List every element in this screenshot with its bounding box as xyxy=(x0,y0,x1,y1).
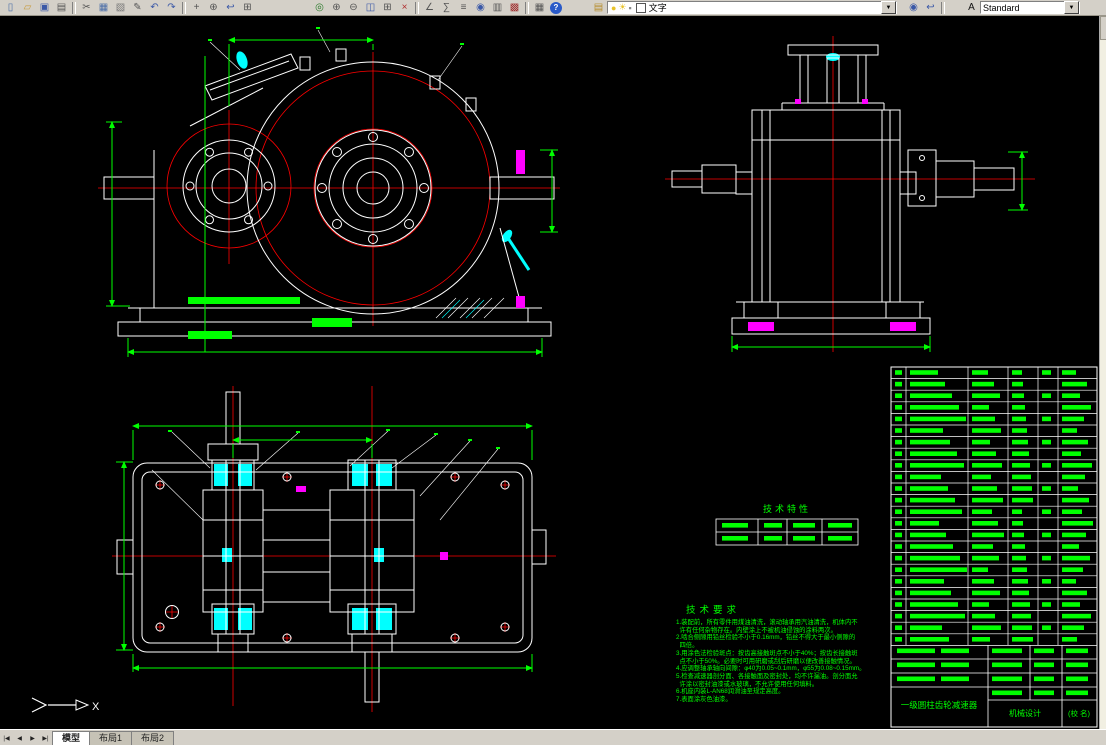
tab-layout1[interactable]: 布局1 xyxy=(89,731,132,745)
tech-requirements-block: 技术要求 1.装配前，所有零件用煤油清洗，滚动轴承用汽油清洗，机体内不 许有任何… xyxy=(676,602,894,704)
table-icon[interactable]: ▦ xyxy=(531,1,548,15)
tab-layout2[interactable]: 布局2 xyxy=(131,731,174,745)
layout-tab-bar: |◀◀▶▶|模型布局1布局2 xyxy=(0,729,1106,745)
text-style-icon[interactable]: A xyxy=(963,1,980,15)
list-icon[interactable]: ≡ xyxy=(455,1,472,15)
layer-color-swatch-icon xyxy=(636,3,646,13)
match-properties-icon[interactable]: ✎ xyxy=(129,1,146,15)
toolbar-separator xyxy=(941,2,945,14)
plot-icon[interactable]: ▤ xyxy=(53,1,70,15)
toolbar-separator xyxy=(72,2,76,14)
zoom-out-icon[interactable]: ⊖ xyxy=(345,1,362,15)
new-icon[interactable]: ▯ xyxy=(2,1,19,15)
zoom-in-icon[interactable]: ⊕ xyxy=(328,1,345,15)
toolbar-separator xyxy=(415,2,419,14)
discipline-text: 机械设计 xyxy=(1009,708,1041,718)
redo-icon[interactable]: ↷ xyxy=(163,1,180,15)
tech-requirements-line: 6.机座内装L-AN68润滑油至规定高度。 xyxy=(676,688,894,696)
school-name-text: (校 名) xyxy=(1068,708,1091,718)
vertical-scrollbar[interactable] xyxy=(1099,16,1106,730)
make-object-layer-current-icon[interactable]: ◉ xyxy=(905,1,922,15)
save-icon[interactable]: ▣ xyxy=(36,1,53,15)
erase-icon[interactable]: × xyxy=(396,1,413,15)
layer-freeze-sun-icon[interactable]: ☀ xyxy=(618,2,626,13)
vertical-scrollbar-thumb[interactable] xyxy=(1100,16,1106,40)
calculator-icon[interactable]: ▥ xyxy=(489,1,506,15)
tech-requirements-line: 5.检查减速器剖分面、各接触面及密封处，均不许漏油。剖分面允 xyxy=(676,673,894,681)
zoom-window-icon[interactable]: ⊞ xyxy=(239,1,256,15)
layer-previous-icon[interactable]: ↩ xyxy=(922,1,939,15)
tech-requirements-title: 技术要求 xyxy=(686,602,894,616)
tech-requirements-line: 3.用涂色法检验斑点：按齿高接触斑点不小于40%；按齿长接触斑 xyxy=(676,650,894,658)
zoom-extents-icon[interactable]: ◫ xyxy=(362,1,379,15)
tech-characteristics-title: 技术特性 xyxy=(763,503,811,514)
autocad-window: { "colors": { "toolbar_bg": "#d4d0c8", "… xyxy=(0,0,1106,745)
paste-icon[interactable]: ▧ xyxy=(112,1,129,15)
layer-combo-dropdown-icon[interactable]: ▼ xyxy=(881,1,896,14)
zoom-scale-icon[interactable]: ⊞ xyxy=(379,1,396,15)
tech-requirements-line: 1.装配前，所有零件用煤油清洗，滚动轴承用汽油清洗，机体内不 xyxy=(676,619,894,627)
ucs-x-axis-label: X xyxy=(92,701,100,713)
toolbar-separator xyxy=(525,2,529,14)
redraw-icon[interactable]: ◎ xyxy=(311,1,328,15)
tech-requirements-text: 1.装配前，所有零件用煤油清洗，滚动轴承用汽油清洗，机体内不 许有任何杂物存在。… xyxy=(676,619,894,704)
layer-combo-value: 文字 xyxy=(649,1,667,14)
tab-model[interactable]: 模型 xyxy=(52,731,90,745)
id-point-icon[interactable]: ◉ xyxy=(472,1,489,15)
layers-icon[interactable]: ▤ xyxy=(590,1,607,15)
zoom-realtime-icon[interactable]: ⊕ xyxy=(205,1,222,15)
tech-requirements-line: 4.应调整轴承轴向间隙：φ40为0.05~0.1mm，φ55为0.08~0.15… xyxy=(676,665,894,673)
zoom-previous-icon[interactable]: ↩ xyxy=(222,1,239,15)
tab-scroll-prev[interactable]: ◀ xyxy=(13,732,26,745)
drawing-title-text: 一级圆柱齿轮减速器 xyxy=(901,700,978,710)
text-style-combo[interactable]: Standard ▼ xyxy=(980,1,1080,14)
copy-icon[interactable]: ▦ xyxy=(95,1,112,15)
toolbar-separator xyxy=(182,2,186,14)
layer-combo[interactable]: ●☀▪ 文字 ▼ xyxy=(607,1,897,14)
tech-requirements-line: 四倍。 xyxy=(676,642,894,650)
cut-icon[interactable]: ✂ xyxy=(78,1,95,15)
text-style-combo-value: Standard xyxy=(983,3,1020,13)
area-icon[interactable]: ∑ xyxy=(438,1,455,15)
drawing-canvas[interactable]: 技术特性 一级圆柱齿轮减速器 机械设计 (校 名) xyxy=(0,0,1106,745)
tech-requirements-line: 7.表面涂灰色油漆。 xyxy=(676,696,894,704)
help-icon[interactable]: ? xyxy=(550,2,562,14)
main-toolbar: ▯▱▣▤✂▦▧✎↶↷+⊕↩⊞◎⊕⊖◫⊞×∠∑≡◉▥▩▦?▤●☀▪文字▼◉↩ASt… xyxy=(0,0,1106,16)
tab-scroll-next[interactable]: ▶ xyxy=(26,732,39,745)
tab-scroll-first[interactable]: |◀ xyxy=(0,732,13,745)
pan-icon[interactable]: + xyxy=(188,1,205,15)
properties-icon[interactable]: ▩ xyxy=(506,1,523,15)
undo-icon[interactable]: ↶ xyxy=(146,1,163,15)
distance-icon[interactable]: ∠ xyxy=(421,1,438,15)
tab-scroll-last[interactable]: ▶| xyxy=(39,732,52,745)
tech-requirements-line: 2.啮合侧隙用铅丝检验不小于0.16mm，铅丝不得大于最小侧隙的 xyxy=(676,634,894,642)
layer-on-bulb-icon[interactable]: ● xyxy=(611,3,616,13)
layer-lock-icon[interactable]: ▪ xyxy=(629,3,632,13)
open-icon[interactable]: ▱ xyxy=(19,1,36,15)
text-style-combo-dropdown-icon[interactable]: ▼ xyxy=(1064,1,1079,14)
